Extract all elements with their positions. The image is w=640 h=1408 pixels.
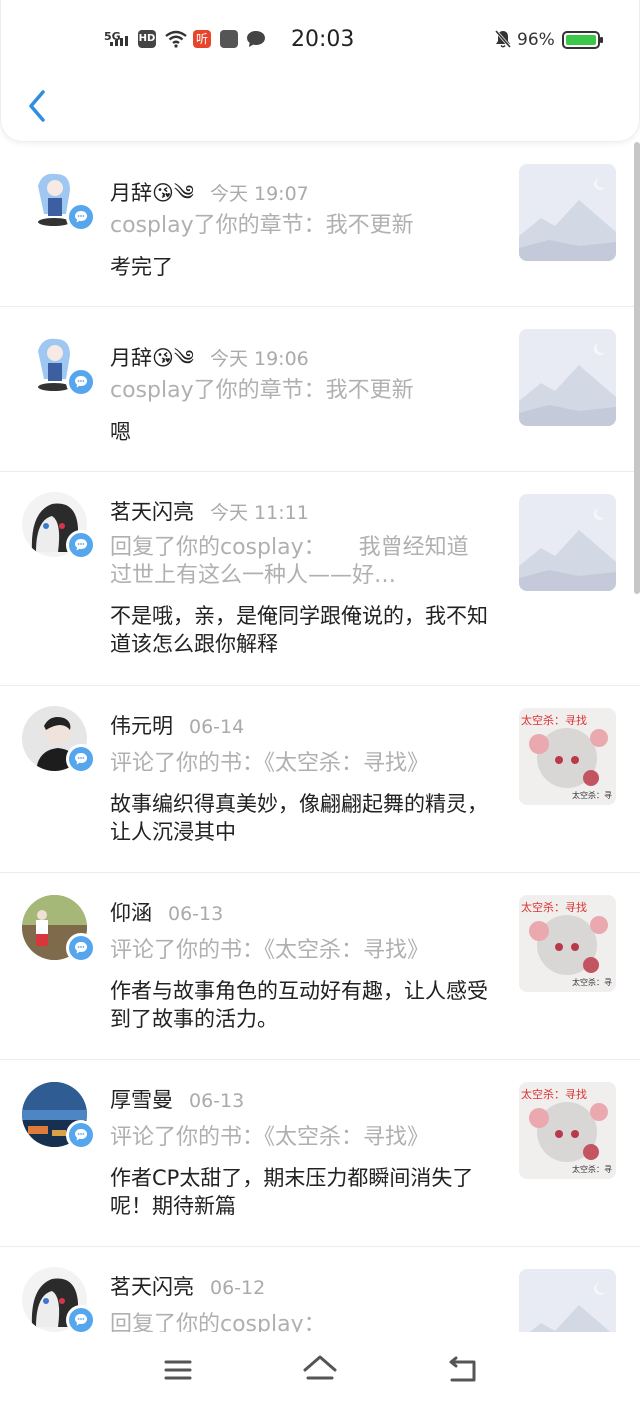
comment-text: 故事编织得真美妙，像翩翩起舞的精灵，让人沉浸其中 — [110, 792, 488, 844]
mountain-image-icon — [519, 508, 616, 591]
comment-icon — [75, 1314, 87, 1326]
action-text: cosplay了你的章节：我不更新 — [110, 213, 414, 238]
book-caption: 太空杀：寻 — [572, 1165, 612, 1174]
comment-badge — [66, 1120, 96, 1150]
comment-text: 作者CP太甜了，期末压力都瞬间消失了呢！期待新篇 — [110, 1166, 474, 1218]
user-name[interactable]: 伟元明 — [110, 714, 173, 738]
comment-badge — [66, 367, 96, 397]
user-name[interactable]: 茗天闪亮 — [110, 500, 194, 524]
user-name[interactable]: 厚雪曼 — [110, 1088, 173, 1112]
back-nav-button[interactable] — [442, 1350, 482, 1390]
comment-badge — [66, 933, 96, 963]
back-button[interactable] — [21, 86, 57, 126]
comment-badge — [66, 1305, 96, 1332]
user-name[interactable]: 月辞😘༄ — [110, 181, 194, 205]
action-text: 评论了你的书：《太空杀：寻找》 — [110, 938, 430, 963]
action-text: cosplay了你的章节：我不更新 — [110, 378, 414, 403]
comment-icon — [75, 539, 87, 551]
timestamp: 06-13 — [168, 903, 224, 925]
back-icon — [449, 1356, 476, 1382]
user-name[interactable]: 仰涵 — [110, 901, 152, 925]
comment-text: 嗯 — [110, 420, 131, 444]
timestamp: 06-13 — [189, 1090, 245, 1112]
action-text: 评论了你的书：《太空杀：寻找》 — [110, 1125, 430, 1150]
comment-text: 作者与故事角色的互动好有趣，让人感受到了故事的活力。 — [110, 979, 488, 1031]
book-cover[interactable]: 太空杀：寻找 太空杀：寻 — [519, 708, 616, 805]
menu-icon — [164, 1360, 192, 1380]
scrollbar[interactable] — [634, 142, 640, 594]
timestamp: 06-12 — [210, 1277, 266, 1299]
thumbnail-placeholder[interactable] — [519, 164, 616, 261]
mountain-image-icon — [519, 178, 616, 261]
book-caption: 太空杀：寻 — [572, 978, 612, 987]
comment-icon — [75, 942, 87, 954]
thumbnail-placeholder[interactable] — [519, 494, 616, 591]
home-icon — [303, 1355, 337, 1380]
notification-list: 月辞😘༄ 今天 19:07 cosplay了你的章节：我不更新 考完了 月辞😘༄ 今… — [0, 142, 640, 1332]
book-cover[interactable]: 太空杀：寻找 太空杀：寻 — [519, 895, 616, 992]
timestamp: 今天 19:06 — [209, 348, 309, 370]
comment-icon — [75, 753, 87, 765]
book-title: 太空杀：寻找 — [521, 714, 587, 727]
comment-text: 考完了 — [110, 255, 173, 279]
action-text: 评论了你的书：《太空杀：寻找》 — [110, 751, 430, 776]
mountain-image-icon — [519, 343, 616, 426]
comment-badge — [66, 530, 96, 560]
comment-icon — [75, 211, 87, 223]
book-cover[interactable]: 太空杀：寻找 太空杀：寻 — [519, 1082, 616, 1179]
notification-item[interactable]: 仰涵 06-13 评论了你的书：《太空杀：寻找》 作者与故事角色的互动好有趣，让人… — [0, 873, 640, 1060]
system-nav-bar — [0, 1332, 640, 1408]
timestamp: 今天 11:11 — [210, 502, 309, 524]
book-title: 太空杀：寻找 — [521, 901, 587, 914]
notification-item[interactable]: 伟元明 06-14 评论了你的书：《太空杀：寻找》 故事编织得真美妙，像翩翩起舞的… — [0, 686, 640, 873]
home-button[interactable] — [300, 1350, 340, 1390]
notification-item[interactable]: 茗天闪亮 今天 11:11 回复了你的cosplay： 我曾经知道过世上有这么一种… — [0, 472, 640, 686]
header — [0, 0, 640, 142]
menu-button[interactable] — [158, 1350, 198, 1390]
user-name[interactable]: 月辞😘༄ — [110, 346, 194, 370]
book-title: 太空杀：寻找 — [521, 1088, 587, 1101]
thumbnail-placeholder[interactable] — [519, 1269, 616, 1332]
comment-badge — [66, 744, 96, 774]
timestamp: 今天 19:07 — [209, 183, 309, 205]
comment-badge — [66, 202, 96, 232]
book-caption: 太空杀：寻 — [572, 791, 612, 800]
thumbnail-placeholder[interactable] — [519, 329, 616, 426]
comment-icon — [75, 376, 87, 388]
user-name[interactable]: 茗天闪亮 — [110, 1275, 194, 1299]
notification-item[interactable]: 月辞😘༄ 今天 19:07 cosplay了你的章节：我不更新 考完了 — [0, 142, 640, 307]
timestamp: 06-14 — [189, 716, 245, 738]
action-text: 回复了你的cosplay： — [110, 1312, 326, 1332]
notification-item[interactable]: 月辞😘༄ 今天 19:06 cosplay了你的章节：我不更新 嗯 — [0, 307, 640, 472]
comment-icon — [75, 1129, 87, 1141]
mountain-image-icon — [530, 1283, 611, 1332]
notification-item[interactable]: 厚雪曼 06-13 评论了你的书：《太空杀：寻找》 作者CP太甜了，期末压力都瞬间… — [0, 1060, 640, 1247]
notification-item[interactable]: 茗天闪亮 06-12 回复了你的cosplay： — [0, 1247, 640, 1332]
comment-text: 不是哦，亲，是俺同学跟俺说的，我不知道该怎么跟你解释 — [110, 604, 488, 656]
chevron-left-icon — [29, 90, 45, 122]
action-text: 回复了你的cosplay： 我曾经知道过世上有这么一种人——好… — [110, 535, 469, 588]
